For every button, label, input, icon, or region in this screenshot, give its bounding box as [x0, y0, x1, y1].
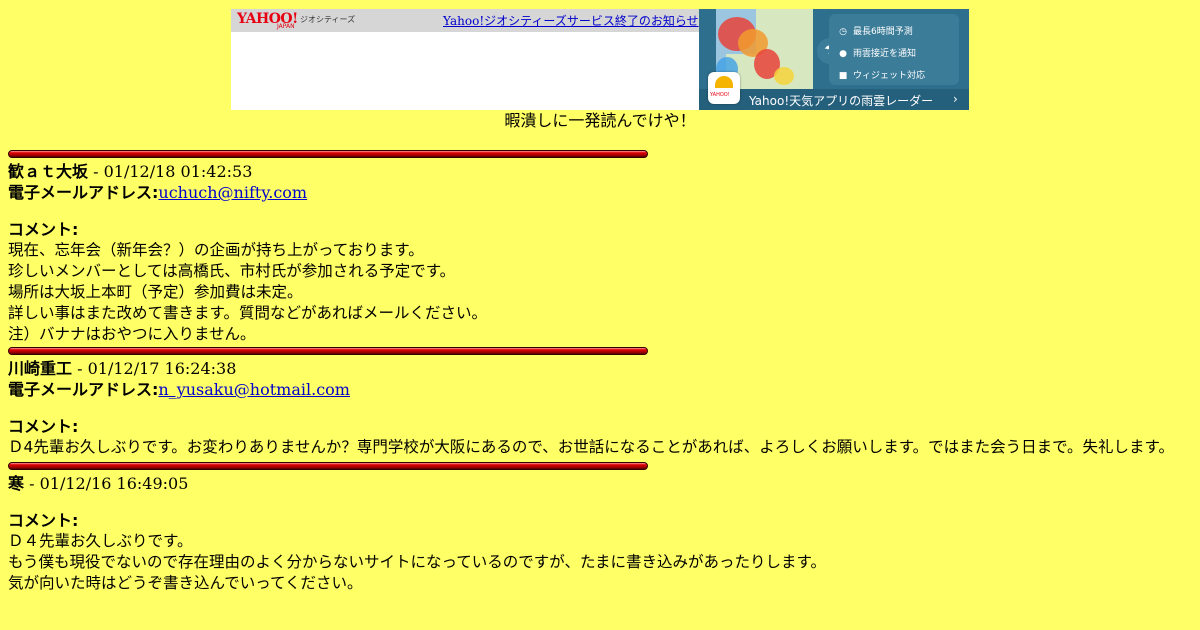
- feature-notify: ● 雨雲接近を通知: [837, 46, 916, 59]
- entry-header: 寒 - 01/12/16 16:49:05: [8, 473, 1192, 494]
- geocities-label: ジオシティーズ: [300, 15, 356, 24]
- comment-line: 詳しい事はまた改めて書きます。質問などがあればメールください。: [8, 304, 487, 322]
- comment-line: 注）バナナはおやつに入りません。: [8, 325, 256, 343]
- banner-header-bar: YAHOO! JAPAN ジオシティーズ Yahoo!ジオシティーズサービス終了…: [231, 9, 699, 32]
- comment-line: 現在、忘年会（新年会？）の企画が持ち上がっております。: [8, 241, 424, 259]
- red-divider: [8, 347, 648, 355]
- entry-header: 川崎重工 - 01/12/17 16:24:38: [8, 358, 1192, 379]
- comment-line: 場所は大坂上本町（予定）参加費は未定。: [8, 283, 303, 301]
- ad-feature-panel: ◷ 最長6時間予測 ● 雨雲接近を通知 ■ ウィジェット対応: [829, 14, 959, 85]
- guestbook-entry: 川崎重工 - 01/12/17 16:24:38 電子メールアドレス:n_yus…: [8, 358, 1192, 458]
- weather-app-icon: YAHOO!: [708, 72, 740, 104]
- yahoo-logo[interactable]: YAHOO! JAPAN: [237, 12, 298, 30]
- widget-icon: ■: [838, 71, 848, 81]
- email-label: 電子メールアドレス:: [8, 380, 159, 399]
- feature-forecast: ◷ 最長6時間予測: [837, 24, 913, 37]
- entry-email-row: 電子メールアドレス:n_yusaku@hotmail.com: [8, 379, 1192, 400]
- geocities-notice-box: YAHOO! JAPAN ジオシティーズ Yahoo!ジオシティーズサービス終了…: [231, 9, 699, 110]
- comment-line: Ｄ４先輩お久しぶりです。: [8, 532, 193, 550]
- entry-email-row: 電子メールアドレス:uchuch@nifty.com: [8, 182, 1192, 203]
- comment-line: もう僕も現役でないので存在理由のよく分からないサイトになっているのですが、たまに…: [8, 553, 826, 571]
- feature-widget: ■ ウィジェット対応: [838, 71, 926, 81]
- entry-datetime: - 01/12/16 16:49:05: [24, 474, 189, 493]
- email-label: 電子メールアドレス:: [8, 183, 159, 202]
- comment-label: コメント:: [8, 220, 79, 239]
- comment-line: 珍しいメンバーとしては高橋氏、市村氏が参加される予定です。: [8, 262, 456, 280]
- entry-datetime: - 01/12/17 16:24:38: [72, 359, 237, 378]
- sun-icon: [715, 76, 733, 88]
- comment-label: コメント:: [8, 417, 79, 436]
- entry-header: 歓ａｔ大坂 - 01/12/18 01:42:53: [8, 161, 1192, 182]
- red-divider: [8, 150, 648, 158]
- entry-author: 川崎重工: [8, 359, 73, 378]
- guestbook-entry: 寒 - 01/12/16 16:49:05 コメント: Ｄ４先輩お久しぶりです。…: [8, 473, 1192, 594]
- yahoo-logo-sub: JAPAN: [277, 23, 295, 30]
- guestbook-entry: 歓ａｔ大坂 - 01/12/18 01:42:53 電子メールアドレス:uchu…: [8, 161, 1192, 345]
- service-end-notice-link[interactable]: Yahoo!ジオシティーズサービス終了のお知らせ: [443, 12, 699, 29]
- comment-line: 気が向いた時はどうぞ書き込んでいってください。: [8, 574, 363, 592]
- ad-bottom-text: Yahoo!天気アプリの雨雲レーダー: [749, 94, 934, 108]
- chevron-right-icon: ›: [953, 92, 958, 106]
- entry-author: 寒: [8, 474, 25, 493]
- comment-line: Ｄ4先輩お久しぶりです。お変わりありませんか？専門学校が大阪にあるので、お世話に…: [8, 438, 1175, 456]
- clock-icon: ◷: [839, 27, 847, 37]
- email-link[interactable]: uchuch@nifty.com: [158, 183, 307, 202]
- entry-datetime: - 01/12/18 01:42:53: [88, 162, 253, 181]
- pin-icon: ●: [839, 49, 847, 59]
- guestbook-entries: 歓ａｔ大坂 - 01/12/18 01:42:53 電子メールアドレス:uchu…: [8, 150, 1192, 594]
- geocities-banner: YAHOO! JAPAN ジオシティーズ Yahoo!ジオシティーズサービス終了…: [231, 9, 969, 110]
- weather-app-ad[interactable]: ☂ ◷最長6時間予測 ●雨雲接近を通知 ■ウィジェット対応 Yahoo!天気アプ…: [699, 9, 969, 110]
- entry-author: 歓ａｔ大坂: [8, 162, 89, 181]
- email-link[interactable]: n_yusaku@hotmail.com: [158, 380, 350, 399]
- red-divider: [8, 462, 648, 470]
- comment-label: コメント:: [8, 511, 79, 530]
- page-subtitle: 暇潰しに一発読んでけや！: [504, 111, 696, 130]
